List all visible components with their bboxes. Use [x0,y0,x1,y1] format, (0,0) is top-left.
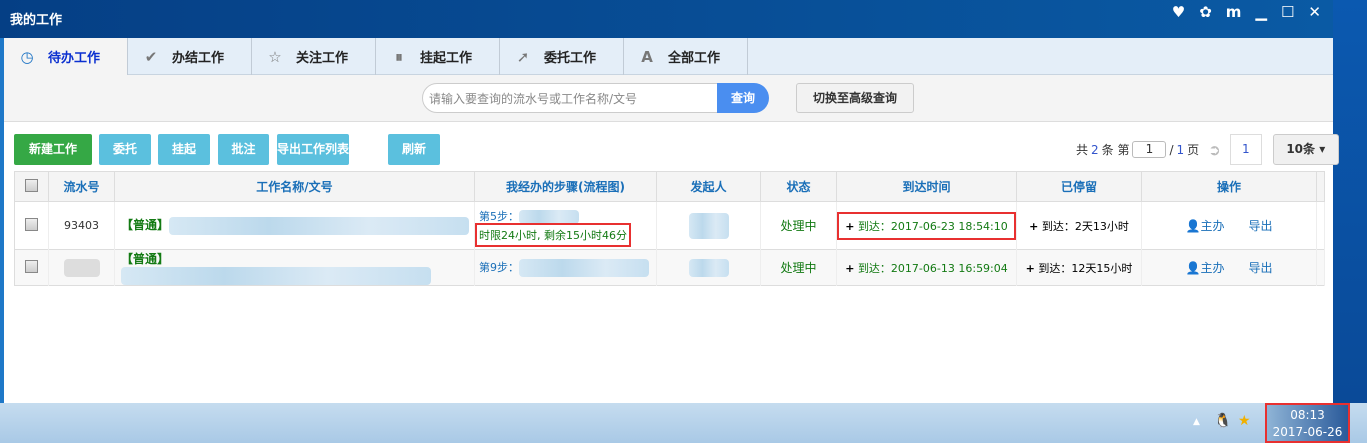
tab-pending[interactable]: ◷ 待办工作 [4,38,128,76]
taskbar: ▲ 🐧 ★ [0,403,1367,443]
clock-icon: ◷ [20,47,34,66]
total-pages: 1 [1176,142,1185,157]
col-header: 工作名称/文号 [114,171,475,202]
star-icon: ☆ [268,47,282,66]
select-all-checkbox[interactable] [25,178,38,192]
serial-number-blurred [63,258,100,277]
tab-all[interactable]: A 全部工作 [624,38,748,75]
stay-duration: 到达：12天15小时 [1038,261,1133,275]
col-header: 到达时间 [836,171,1017,202]
delegate-button[interactable]: 委托 [99,134,151,165]
tray-expand-icon[interactable]: ▲ [1193,417,1200,427]
search-bar: 请输入要查询的流水号或工作名称/文号 查询 切换至高级查询 [4,75,1333,122]
search-button[interactable]: 查询 [717,83,769,113]
page-input[interactable]: 1 [1132,141,1167,158]
qq-icon[interactable]: 🐧 [1214,413,1231,429]
tab-bar: ◷ 待办工作 ✔ 办结工作 ☆ 关注工作 ⏸ 挂起工作 ➚ 委托工作 A 全部工作 [4,38,1333,76]
desktop-background [1333,0,1367,403]
step-name-blurred [519,210,579,224]
work-name-blurred[interactable] [169,216,470,235]
pager-text: / [1169,142,1174,157]
step-link[interactable]: 第5步： [479,210,519,223]
title-bar: 我的工作 ♥ ✿ m ▁ ☐ ✕ [0,0,1333,38]
suspend-button[interactable]: 挂起 [158,134,210,165]
initiator-blurred [688,258,729,277]
pager-text: 条 第 [1101,143,1130,157]
tab-label: 办结工作 [172,51,225,66]
per-page-value: 10条 [1286,142,1316,156]
comment-button[interactable]: 批注 [218,134,269,165]
row-checkbox[interactable] [25,217,38,231]
host-link[interactable]: 👤主办 [1186,219,1225,233]
tab-completed[interactable]: ✔ 办结工作 [128,38,252,75]
tab-label: 全部工作 [668,51,721,66]
priority-tag: 【普通】 [121,252,170,266]
stay-duration: 到达：2天13小时 [1041,219,1129,233]
host-label: 主办 [1200,219,1225,233]
star-tray-icon[interactable]: ★ [1238,413,1251,429]
step-name-blurred [519,258,649,277]
clock-time: 08:13 [1290,408,1325,422]
settings-icon[interactable]: ✿ [1199,3,1212,21]
serial-number: 93403 [48,201,115,250]
col-header: 流水号 [48,171,115,202]
system-clock[interactable]: 08:13 2017-06-26 [1265,403,1350,443]
arrival-time: 到达：2017-06-13 16:59:04 [857,261,1008,275]
export-link[interactable]: 导出 [1248,219,1272,233]
col-header: 已停留 [1016,171,1142,202]
row-checkbox[interactable] [25,259,38,273]
tab-label: 委托工作 [544,51,597,66]
maximize-icon[interactable]: ☐ [1281,3,1294,21]
table-row[interactable]: 93403 【普通】 第5步： 时限24小时, 剩余15小时46分 处理中 + 到… [14,201,1325,250]
col-header [1316,171,1325,202]
export-link[interactable]: 导出 [1248,261,1272,275]
priority-tag: 【普通】 [121,218,170,233]
export-list-button[interactable]: 导出工作列表 [277,134,349,165]
status: 处理中 [760,201,837,250]
letter-a-icon: A [641,47,653,66]
advanced-search-button[interactable]: 切换至高级查询 [796,83,914,113]
clock-date: 2017-06-26 [1272,425,1343,439]
col-header: 状态 [760,171,837,202]
go-arrow-icon[interactable]: ➲ [1208,141,1221,159]
window-title: 我的工作 [10,13,63,28]
close-icon[interactable]: ✕ [1308,3,1321,21]
page-number-button[interactable]: 1 [1229,134,1262,165]
work-table: 流水号 工作名称/文号 我经办的步骤(流程图) 发起人 状态 到达时间 已停留 … [14,171,1325,286]
col-header: 发起人 [656,171,761,202]
tab-delegated[interactable]: ➚ 委托工作 [500,38,624,75]
per-page-select[interactable]: 10条 ▾ [1272,134,1339,165]
table-header: 流水号 工作名称/文号 我经办的步骤(流程图) 发起人 状态 到达时间 已停留 … [14,171,1325,202]
initiator-blurred [688,212,729,239]
arrival-time: 到达：2017-06-23 18:54:10 [857,219,1008,233]
tab-suspended[interactable]: ⏸ 挂起工作 [376,38,500,75]
arrow-icon: ➚ [516,47,530,66]
new-work-button[interactable]: 新建工作 [14,134,92,165]
table-row[interactable]: 【普通】 第9步： 处理中 + 到达：2017-06-13 16:59:04 +… [14,249,1325,286]
tab-label: 待办工作 [48,51,101,66]
heart-icon[interactable]: ♥ [1172,3,1185,21]
book-icon[interactable]: m [1226,3,1242,21]
select-all-cell [14,171,49,202]
status: 处理中 [760,249,837,286]
tab-label: 挂起工作 [420,51,473,66]
pause-icon: ⏸ [395,47,403,66]
search-input[interactable]: 请输入要查询的流水号或工作名称/文号 [422,83,722,113]
tab-label: 关注工作 [296,51,349,66]
pager-text: 共 [1076,143,1089,157]
total-count: 2 [1091,142,1099,157]
col-header: 我经办的步骤(流程图) [474,171,657,202]
tab-followed[interactable]: ☆ 关注工作 [252,38,376,75]
col-header: 操作 [1141,171,1317,202]
pagination: 共2条 第 1 /1 页 ➲ 1 10条 ▾ [1076,134,1339,165]
time-limit: 时限24小时, 剩余15小时46分 [475,223,631,247]
step-link[interactable]: 第9步： [479,261,519,274]
check-icon: ✔ [144,47,158,66]
refresh-button[interactable]: 刷新 [388,134,440,165]
host-label: 主办 [1200,261,1225,275]
work-name-blurred[interactable] [121,267,431,285]
pager-text: 页 [1187,143,1200,157]
minimize-icon[interactable]: ▁ [1255,3,1267,21]
host-link[interactable]: 👤主办 [1186,261,1225,275]
